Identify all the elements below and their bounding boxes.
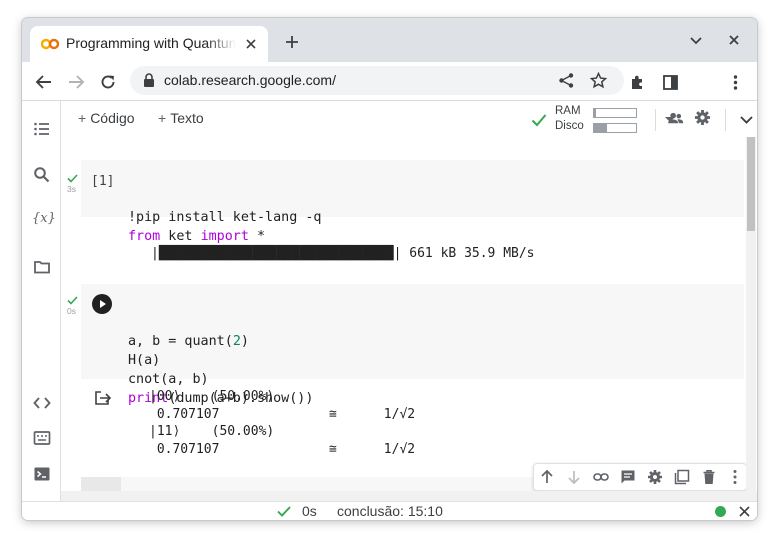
code-line: !pip install ket-lang -q — [128, 208, 321, 227]
settings-gear-icon[interactable] — [694, 109, 711, 126]
cell-settings-gear-icon[interactable] — [647, 469, 663, 485]
code-cell[interactable]: [1] !pip install ket-lang -q from ket imp… — [81, 160, 744, 244]
tab-title: Programming with Quantum — [66, 35, 236, 51]
run-cell-button[interactable] — [92, 294, 112, 314]
side-panel-icon[interactable] — [662, 74, 679, 91]
comment-icon[interactable] — [620, 469, 636, 485]
code-editor[interactable]: !pip install ket-lang -q from ket import … — [128, 170, 321, 284]
code-line: a, b = quant(2) — [128, 332, 313, 351]
output-line: 0.707107 ≅ 1/√2 — [149, 441, 416, 457]
url-text[interactable]: colab.research.google.com/ — [164, 72, 336, 88]
close-tab-icon[interactable] — [243, 36, 259, 52]
output-line: 0.707107 ≅ 1/√2 — [149, 406, 416, 422]
cell-output-text: |00⟩ (50.00%) 0.707107 ≅ 1/√2 |11⟩ (50.00… — [149, 388, 415, 458]
output-line: |11⟩ (50.00%) — [149, 424, 275, 439]
tab-search-chevron-icon[interactable] — [688, 32, 704, 48]
scrollbar-thumb[interactable] — [747, 137, 755, 231]
output-arrow-icon[interactable] — [94, 390, 112, 406]
notebook-content: 3s [1] !pip install ket-lang -q from ket … — [61, 137, 757, 501]
collapse-chevron-icon[interactable] — [738, 111, 755, 128]
tab-strip: Programming with Quantum — [22, 18, 757, 62]
mirror-cell-icon[interactable] — [674, 469, 690, 485]
runtime-connected-dot — [715, 506, 726, 517]
back-arrow-icon[interactable] — [35, 73, 53, 91]
table-of-contents-icon[interactable] — [33, 120, 51, 138]
notebook-toolbar: + Código + Texto RAM Disco — [61, 101, 757, 138]
code-line: H(a) — [128, 351, 313, 370]
code-text: !pip install ket-lang -q — [128, 210, 322, 225]
code-line: cnot(a, b) — [128, 370, 313, 389]
code-line: from ket import * — [128, 227, 321, 246]
code-text: ket — [160, 229, 201, 244]
execution-count: [1] — [91, 174, 115, 189]
code-keyword: from — [128, 229, 161, 244]
colab-logo-icon — [41, 38, 59, 50]
bookmark-star-icon[interactable] — [590, 72, 607, 89]
ram-usage-fill — [594, 109, 597, 117]
colab-sidebar: {x} — [22, 101, 61, 501]
command-palette-icon[interactable] — [33, 429, 51, 447]
horizontal-scrollbar[interactable] — [61, 491, 757, 501]
share-icon[interactable] — [558, 72, 575, 89]
browser-menu-icon[interactable] — [727, 74, 744, 91]
forward-arrow-icon[interactable] — [67, 73, 85, 91]
browser-window: Programming with Quantum colab.research.… — [22, 18, 757, 520]
disk-usage-bar — [593, 123, 637, 133]
plus-icon: + — [158, 110, 167, 126]
cell-exec-time: 0s — [67, 306, 76, 316]
browser-tab[interactable]: Programming with Quantum — [30, 26, 268, 62]
connected-check-icon — [531, 114, 547, 127]
code-text: cnot(a, b) — [128, 372, 209, 387]
completion-time: conclusão: 15:10 — [337, 503, 443, 519]
ram-usage-bar — [593, 108, 637, 118]
browser-toolbar: colab.research.google.com/ — [22, 62, 757, 101]
delete-trash-icon[interactable] — [701, 469, 717, 485]
lock-icon[interactable] — [142, 73, 156, 88]
vertical-scrollbar[interactable] — [746, 137, 756, 501]
code-text: * — [248, 229, 266, 244]
new-tab-icon[interactable] — [284, 34, 300, 50]
move-down-arrow-icon[interactable] — [566, 469, 582, 485]
execution-duration: 0s — [302, 503, 317, 519]
cell-toolbar — [533, 463, 747, 491]
link-icon[interactable] — [593, 469, 609, 485]
extensions-puzzle-icon[interactable] — [629, 74, 646, 91]
plus-icon: + — [78, 110, 87, 126]
code-number: 2 — [232, 334, 241, 349]
code-snippets-icon[interactable] — [33, 394, 51, 412]
code-text: H(a) — [128, 353, 161, 368]
variables-icon[interactable]: {x} — [32, 211, 56, 229]
close-window-icon[interactable] — [726, 32, 742, 48]
cell-success-check-icon — [67, 174, 78, 183]
cell-output-progress: |██████████████████████████████| 661 kB … — [151, 246, 535, 261]
output-line: |00⟩ (50.00%) — [149, 389, 275, 404]
close-statusbar-icon[interactable] — [738, 505, 751, 518]
code-text: a, b = quant( — [128, 334, 233, 349]
terminal-icon[interactable] — [33, 465, 51, 483]
status-bar: 0s conclusão: 15:10 — [22, 501, 757, 520]
share-people-icon[interactable] — [667, 110, 684, 127]
divider — [725, 109, 726, 131]
code-keyword: import — [200, 229, 249, 244]
add-code-cell-button[interactable]: + Código — [78, 110, 135, 126]
add-code-label: Código — [90, 110, 135, 126]
more-options-icon[interactable] — [727, 469, 743, 485]
code-text: ) — [240, 334, 249, 349]
execution-complete-check-icon — [277, 506, 291, 517]
files-folder-icon[interactable] — [33, 258, 51, 276]
address-bar[interactable]: colab.research.google.com/ — [130, 66, 624, 95]
reload-icon[interactable] — [99, 73, 117, 91]
code-cell[interactable]: a, b = quant(2) H(a) cnot(a, b) print(dump(… — [81, 284, 744, 406]
add-text-cell-button[interactable]: + Texto — [158, 110, 204, 126]
ram-label: RAM — [555, 105, 581, 117]
disk-usage-fill — [594, 124, 607, 132]
move-up-arrow-icon[interactable] — [539, 469, 555, 485]
disk-label: Disco — [555, 120, 584, 132]
cell-exec-time: 3s — [67, 184, 76, 194]
add-text-label: Texto — [170, 110, 204, 126]
divider — [655, 109, 656, 131]
search-icon[interactable] — [33, 166, 51, 184]
code-lines: !pip install ket-lang -q from ket import … — [128, 208, 321, 246]
cell-success-check-icon — [67, 296, 78, 305]
